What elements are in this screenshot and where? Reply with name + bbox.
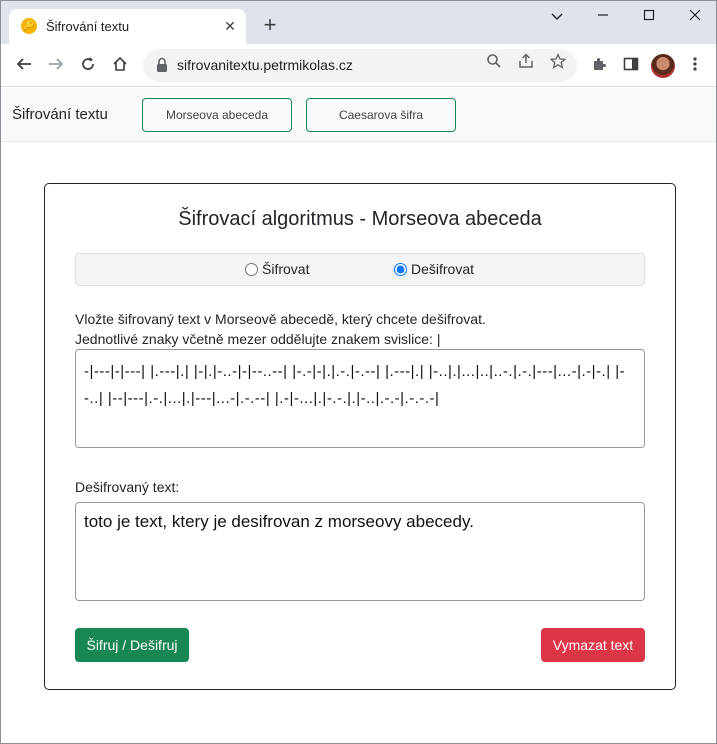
minimize-icon[interactable] <box>580 1 626 33</box>
browser-toolbar: sifrovanitextu.petrmikolas.cz <box>1 44 716 87</box>
tab-close-icon[interactable]: ✕ <box>220 16 240 36</box>
decrypt-radio-label: Dešifrovat <box>411 261 475 277</box>
url-text[interactable]: sifrovanitextu.petrmikolas.cz <box>177 57 353 73</box>
encrypt-decrypt-button[interactable]: Šifruj / Dešifruj <box>75 628 189 662</box>
bookmark-star-icon[interactable] <box>545 52 571 78</box>
instruction-line-2: Jednotlivé znaky včetně mezer oddělujte … <box>75 331 441 347</box>
share-icon[interactable] <box>513 52 539 78</box>
back-arrow-icon[interactable] <box>10 52 38 80</box>
encrypt-radio-option[interactable]: Šifrovat <box>245 261 309 277</box>
browser-window: 🔑 Šifrování textu ✕ + sifrovanitextu.pet… <box>0 0 717 744</box>
mode-selector: Šifrovat Dešifrovat <box>75 253 645 286</box>
instruction-line-1: Vložte šifrovaný text v Morseově abecedě… <box>75 311 486 327</box>
home-icon[interactable] <box>106 52 134 80</box>
lock-icon[interactable] <box>155 56 169 74</box>
forward-arrow-icon[interactable] <box>42 52 70 80</box>
tab-search-chevron-icon[interactable] <box>534 1 580 33</box>
decrypted-output-textarea[interactable]: toto je text, ktery je desifrovan z mors… <box>75 502 645 601</box>
browser-tab[interactable]: 🔑 Šifrování textu ✕ <box>9 9 246 44</box>
address-bar[interactable]: sifrovanitextu.petrmikolas.cz <box>143 49 577 82</box>
window-close-icon[interactable] <box>672 1 716 33</box>
more-menu-icon[interactable] <box>681 52 709 80</box>
new-tab-button[interactable]: + <box>257 13 283 39</box>
reload-icon[interactable] <box>74 52 102 80</box>
decrypt-radio-option[interactable]: Dešifrovat <box>394 261 474 277</box>
extensions-puzzle-icon[interactable] <box>585 52 613 80</box>
key-icon: 🔑 <box>21 18 37 34</box>
morse-input-textarea[interactable]: -|---|-|---| |.---|.| |-|.|-..-|-|--..--… <box>75 349 645 448</box>
morse-nav-button[interactable]: Morseova abeceda <box>142 98 292 132</box>
page-content: Šifrování textu Morseova abeceda Caesaro… <box>1 88 716 743</box>
encrypt-radio-label: Šifrovat <box>262 261 310 277</box>
side-panel-icon[interactable] <box>617 52 645 80</box>
site-brand[interactable]: Šifrování textu <box>12 106 108 123</box>
maximize-icon[interactable] <box>626 1 672 33</box>
profile-avatar[interactable] <box>651 54 675 78</box>
decrypt-radio[interactable] <box>394 262 407 276</box>
encrypt-radio[interactable] <box>245 262 258 276</box>
tab-strip: 🔑 Šifrování textu ✕ + <box>1 1 716 44</box>
instructions: Vložte šifrovaný text v Morseově abecedě… <box>75 309 486 349</box>
zoom-search-icon[interactable] <box>481 52 507 78</box>
card-title: Šifrovací algoritmus - Morseova abeceda <box>178 208 542 230</box>
caesar-nav-button[interactable]: Caesarova šifra <box>306 98 456 132</box>
site-navbar: Šifrování textu Morseova abeceda Caesaro… <box>1 88 716 142</box>
clear-text-button[interactable]: Vymazat text <box>541 628 645 662</box>
cipher-card: Šifrovací algoritmus - Morseova abeceda … <box>44 183 676 690</box>
output-label: Dešifrovaný text: <box>75 479 180 495</box>
tab-title: Šifrování textu <box>46 19 130 34</box>
